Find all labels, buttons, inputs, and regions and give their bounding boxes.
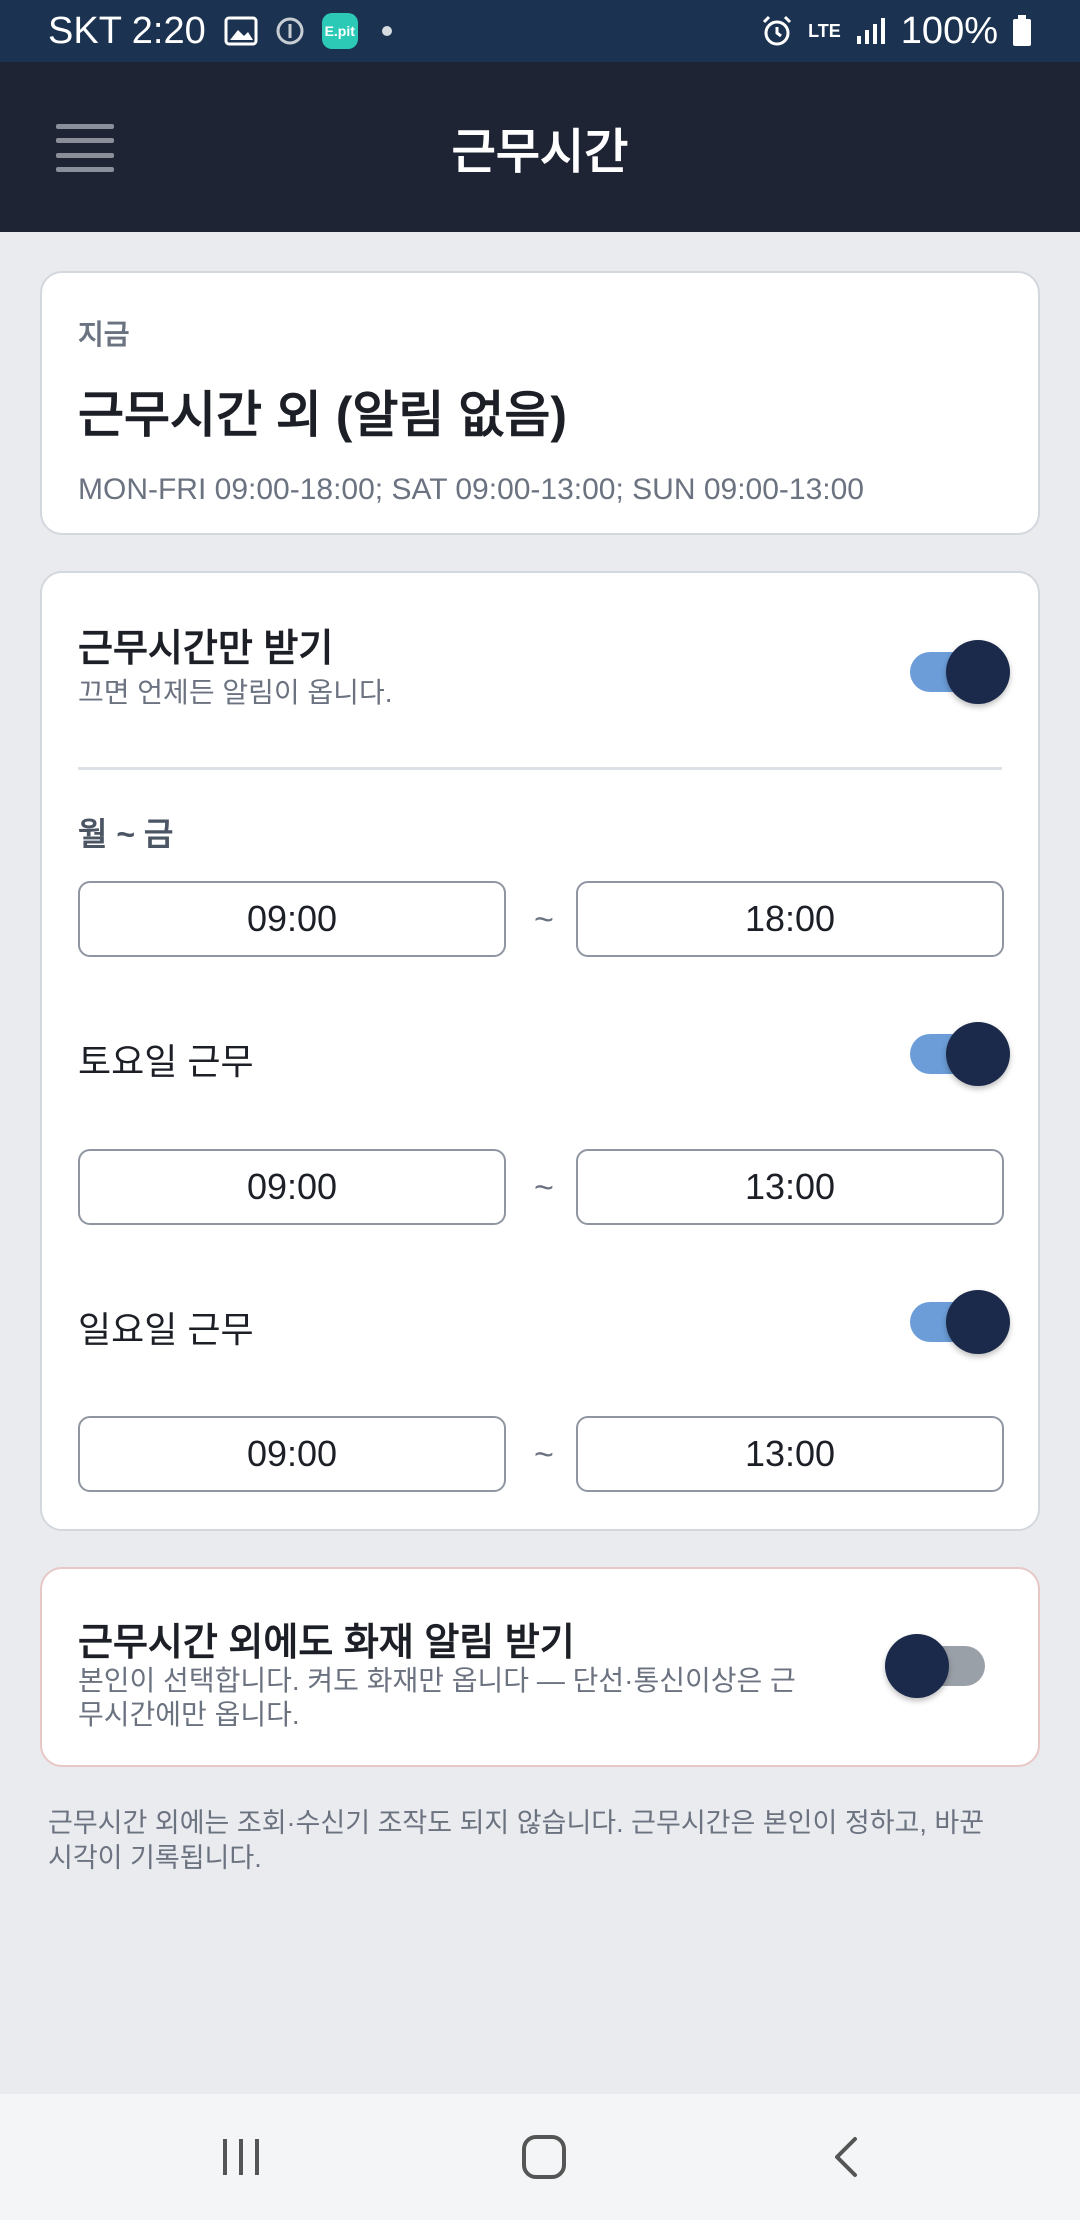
saturday-toggle[interactable]	[910, 1022, 1010, 1086]
battery-icon	[1012, 15, 1032, 47]
alarm-icon	[760, 14, 794, 48]
work-hours-settings-card: 근무시간만 받기 끄면 언제든 알림이 옵니다. 월 ~ 금 09:00 ~ 1…	[40, 571, 1040, 1531]
notification-dot-icon	[381, 26, 392, 36]
fire-alert-toggle[interactable]	[885, 1634, 985, 1698]
info-icon	[276, 17, 304, 45]
signal-icon	[855, 16, 887, 46]
sunday-label: 일요일 근무	[78, 1309, 254, 1350]
sunday-range-separator: ~	[534, 1436, 554, 1474]
fire-alert-subtitle: 본인이 선택합니다. 켜도 화재만 옵니다 — 단선·통신이상은 근무시간에만 …	[78, 1665, 796, 1730]
saturday-range-separator: ~	[534, 1169, 554, 1207]
divider	[78, 767, 1002, 770]
epit-app-icon: E.pit	[321, 13, 358, 49]
saturday-label: 토요일 근무	[78, 1041, 254, 1082]
current-status-card: 지금 근무시간 외 (알림 없음) MON-FRI 09:00-18:00; S…	[40, 271, 1040, 535]
back-icon[interactable]	[812, 2124, 882, 2190]
lte-icon: LTE	[808, 21, 841, 41]
home-icon[interactable]	[509, 2124, 579, 2190]
status-bar: SKT 2:20 E.pit LTE 100%	[0, 0, 1080, 62]
now-schedule: MON-FRI 09:00-18:00; SAT 09:00-13:00; SU…	[78, 473, 864, 506]
recent-apps-icon[interactable]	[206, 2124, 276, 2190]
fire-alert-card: 근무시간 외에도 화재 알림 받기 본인이 선택합니다. 켜도 화재만 옵니다 …	[40, 1567, 1040, 1767]
sunday-toggle[interactable]	[910, 1290, 1010, 1354]
weekday-end-time[interactable]: 18:00	[576, 881, 1004, 957]
now-label: 지금	[78, 319, 130, 350]
system-nav-bar	[0, 2094, 1080, 2220]
app-header: 근무시간	[0, 62, 1080, 232]
weekday-start-time[interactable]: 09:00	[78, 881, 506, 957]
fire-alert-title: 근무시간 외에도 화재 알림 받기	[78, 1622, 575, 1664]
image-icon	[224, 16, 258, 46]
work-hours-only-toggle[interactable]	[910, 640, 1010, 704]
work-hours-only-subtitle: 끄면 언제든 알림이 옵니다.	[78, 677, 393, 708]
footnote: 근무시간 외에는 조회·수신기 조작도 되지 않습니다. 근무시간은 본인이 정…	[48, 1808, 985, 1873]
work-hours-only-title: 근무시간만 받기	[78, 628, 334, 670]
hamburger-menu-icon[interactable]	[56, 124, 114, 172]
battery-percent: 100%	[900, 9, 998, 52]
weekday-range-separator: ~	[534, 901, 554, 939]
saturday-end-time[interactable]: 13:00	[576, 1149, 1004, 1225]
page-title: 근무시간	[451, 126, 629, 179]
sunday-start-time[interactable]: 09:00	[78, 1416, 506, 1492]
now-status: 근무시간 외 (알림 없음)	[78, 387, 567, 443]
sunday-end-time[interactable]: 13:00	[576, 1416, 1004, 1492]
saturday-start-time[interactable]: 09:00	[78, 1149, 506, 1225]
status-carrier-time: SKT 2:20	[48, 9, 206, 52]
weekdays-label: 월 ~ 금	[78, 816, 174, 852]
